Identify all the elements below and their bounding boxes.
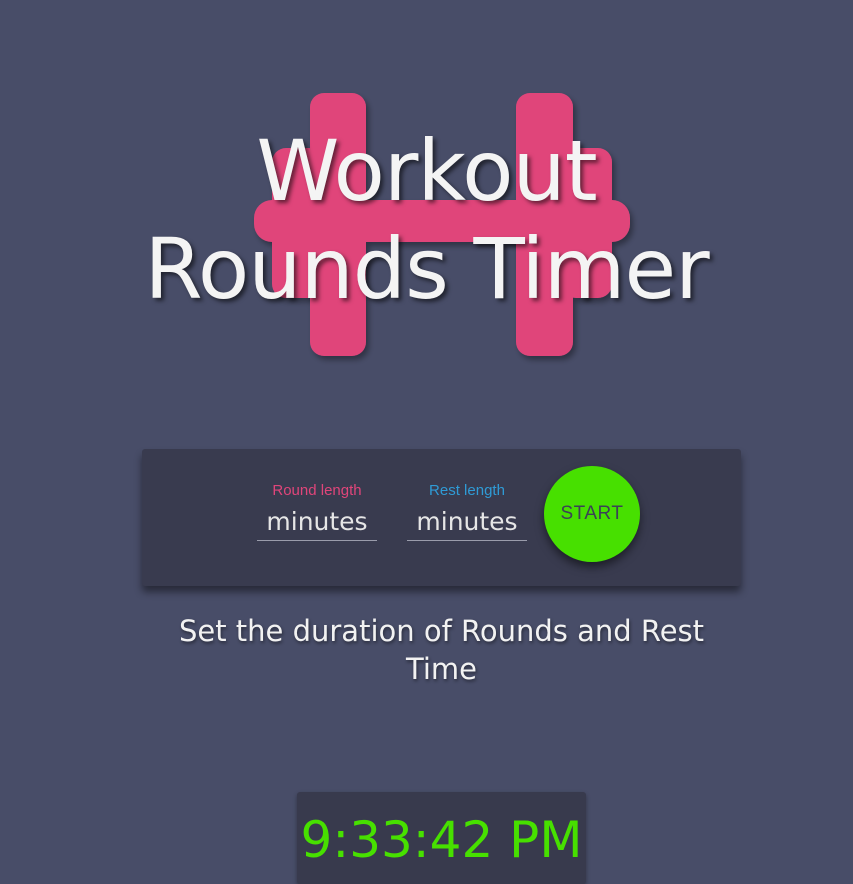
timer-settings-panel: Round length Rest length START: [142, 449, 741, 586]
title-line-1: Workout: [256, 122, 597, 220]
app-logo: Workout Rounds Timer: [0, 0, 853, 420]
rest-length-label: Rest length: [429, 482, 505, 499]
round-length-input[interactable]: [257, 503, 377, 541]
instructions-text: Set the duration of Rounds and Rest Time: [178, 614, 705, 686]
rest-length-input[interactable]: [407, 503, 527, 541]
clock-display: 9:33:42 PM: [297, 792, 586, 884]
start-button[interactable]: START: [544, 466, 640, 562]
title-line-2: Rounds Timer: [144, 220, 709, 318]
round-length-field: Round length: [257, 482, 377, 541]
page-title: Workout Rounds Timer: [0, 122, 853, 318]
rest-length-field: Rest length: [407, 482, 527, 541]
round-length-label: Round length: [272, 482, 362, 499]
